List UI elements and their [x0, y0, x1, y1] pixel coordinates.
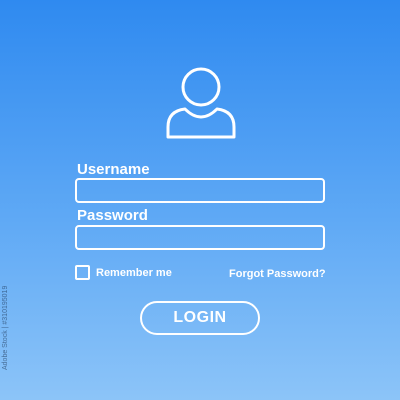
forgot-password-link[interactable]: Forgot Password?: [229, 268, 326, 280]
login-button[interactable]: LOGIN: [140, 301, 260, 335]
remember-me-label: Remember me: [96, 266, 172, 279]
username-label: Username: [77, 161, 150, 178]
remember-me-toggle[interactable]: Remember me: [75, 265, 172, 280]
password-label: Password: [77, 207, 148, 224]
user-icon: [166, 67, 236, 139]
remember-me-checkbox[interactable]: [75, 265, 90, 280]
stock-watermark: Adobe Stock | #310195019: [2, 285, 9, 370]
password-field[interactable]: [75, 225, 325, 250]
username-field[interactable]: [75, 178, 325, 203]
